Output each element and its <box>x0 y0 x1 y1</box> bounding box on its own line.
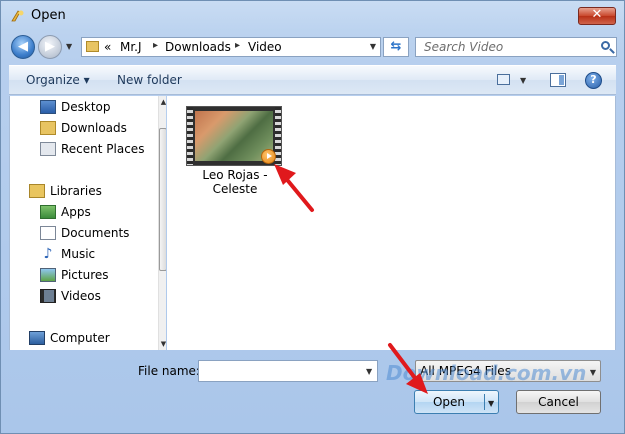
open-button-label: Open <box>432 395 466 409</box>
scroll-thumb[interactable] <box>159 128 166 271</box>
search-box[interactable]: Search Video <box>415 37 617 57</box>
refresh-icon: ⇆ <box>390 39 402 54</box>
breadcrumb-mrj[interactable]: Mr.J <box>120 40 142 54</box>
file-name-label: Leo Rojas - Celeste <box>202 168 268 196</box>
breadcrumb-overflow[interactable]: « <box>104 40 111 54</box>
search-input[interactable]: Search Video <box>424 40 503 54</box>
downloads-folder-icon <box>40 121 56 135</box>
computer-icon <box>29 331 45 345</box>
film-strip-left <box>187 107 193 165</box>
apps-icon <box>40 205 56 219</box>
window-title: Open <box>31 8 66 23</box>
open-button[interactable]: Open ▼ <box>414 390 499 414</box>
preview-pane-icon[interactable] <box>550 73 566 87</box>
cancel-button-label: Cancel <box>538 395 579 409</box>
refresh-button[interactable]: ⇆ <box>383 37 409 57</box>
breadcrumb-separator-icon[interactable]: ▸ <box>235 40 240 51</box>
search-icon[interactable] <box>601 41 610 50</box>
open-dialog-icon <box>11 10 24 22</box>
address-bar[interactable]: « Mr.J ▸ Downloads ▸ Video ▼ <box>81 37 381 57</box>
breadcrumb-downloads[interactable]: Downloads <box>165 40 231 54</box>
file-name-label-text: File name: <box>138 364 200 378</box>
breadcrumb-separator-icon[interactable]: ▸ <box>153 40 158 51</box>
help-icon[interactable]: ? <box>585 72 602 89</box>
recent-places-icon <box>40 142 56 156</box>
recent-pages-dropdown-icon[interactable]: ▼ <box>66 42 72 51</box>
libraries-icon <box>29 184 45 198</box>
watermark-logo: Download.com.vn <box>386 361 587 385</box>
file-list-pane[interactable]: Leo Rojas - Celeste <box>167 96 616 350</box>
title-bar[interactable]: Open ✕ <box>1 1 624 31</box>
desktop-icon <box>40 100 56 114</box>
address-dropdown-icon[interactable]: ▼ <box>370 42 376 51</box>
view-options-dropdown-icon[interactable]: ▼ <box>520 76 526 85</box>
file-name-dropdown[interactable]: ▼ <box>364 360 378 382</box>
close-icon: ✕ <box>591 7 603 22</box>
forward-button[interactable]: ▶ <box>38 35 62 59</box>
open-options-dropdown-icon[interactable]: ▼ <box>488 399 494 408</box>
command-toolbar: Organize ▾ New folder ▼ ? <box>9 65 616 95</box>
file-name-input[interactable] <box>198 360 378 382</box>
close-button[interactable]: ✕ <box>578 7 616 25</box>
media-player-badge-icon <box>261 149 276 164</box>
new-folder-button[interactable]: New folder <box>117 73 182 87</box>
cancel-button[interactable]: Cancel <box>516 390 601 414</box>
folder-icon <box>86 41 99 52</box>
music-icon: ♪ <box>43 246 53 262</box>
chevron-down-icon: ▼ <box>589 368 596 377</box>
open-dialog: Open ✕ ◀ ▶ ▼ « Mr.J ▸ Downloads ▸ Video … <box>0 0 625 434</box>
scroll-down-icon[interactable]: ▼ <box>159 340 166 348</box>
split-divider <box>484 394 485 410</box>
documents-icon <box>40 226 56 240</box>
scroll-up-icon[interactable]: ▲ <box>159 98 166 106</box>
videos-icon <box>40 289 56 303</box>
change-view-icon[interactable] <box>497 74 510 85</box>
organize-button[interactable]: Organize ▾ <box>26 73 90 87</box>
back-button[interactable]: ◀ <box>11 35 35 59</box>
pictures-icon <box>40 268 56 282</box>
nav-scrollbar[interactable]: ▲ ▼ <box>158 96 166 350</box>
chevron-down-icon: ▼ <box>366 367 373 376</box>
forward-arrow-icon: ▶ <box>45 39 55 54</box>
back-arrow-icon: ◀ <box>18 39 28 54</box>
breadcrumb-video[interactable]: Video <box>248 40 282 54</box>
navigation-pane[interactable]: Desktop Downloads Recent Places Librarie… <box>9 96 166 350</box>
